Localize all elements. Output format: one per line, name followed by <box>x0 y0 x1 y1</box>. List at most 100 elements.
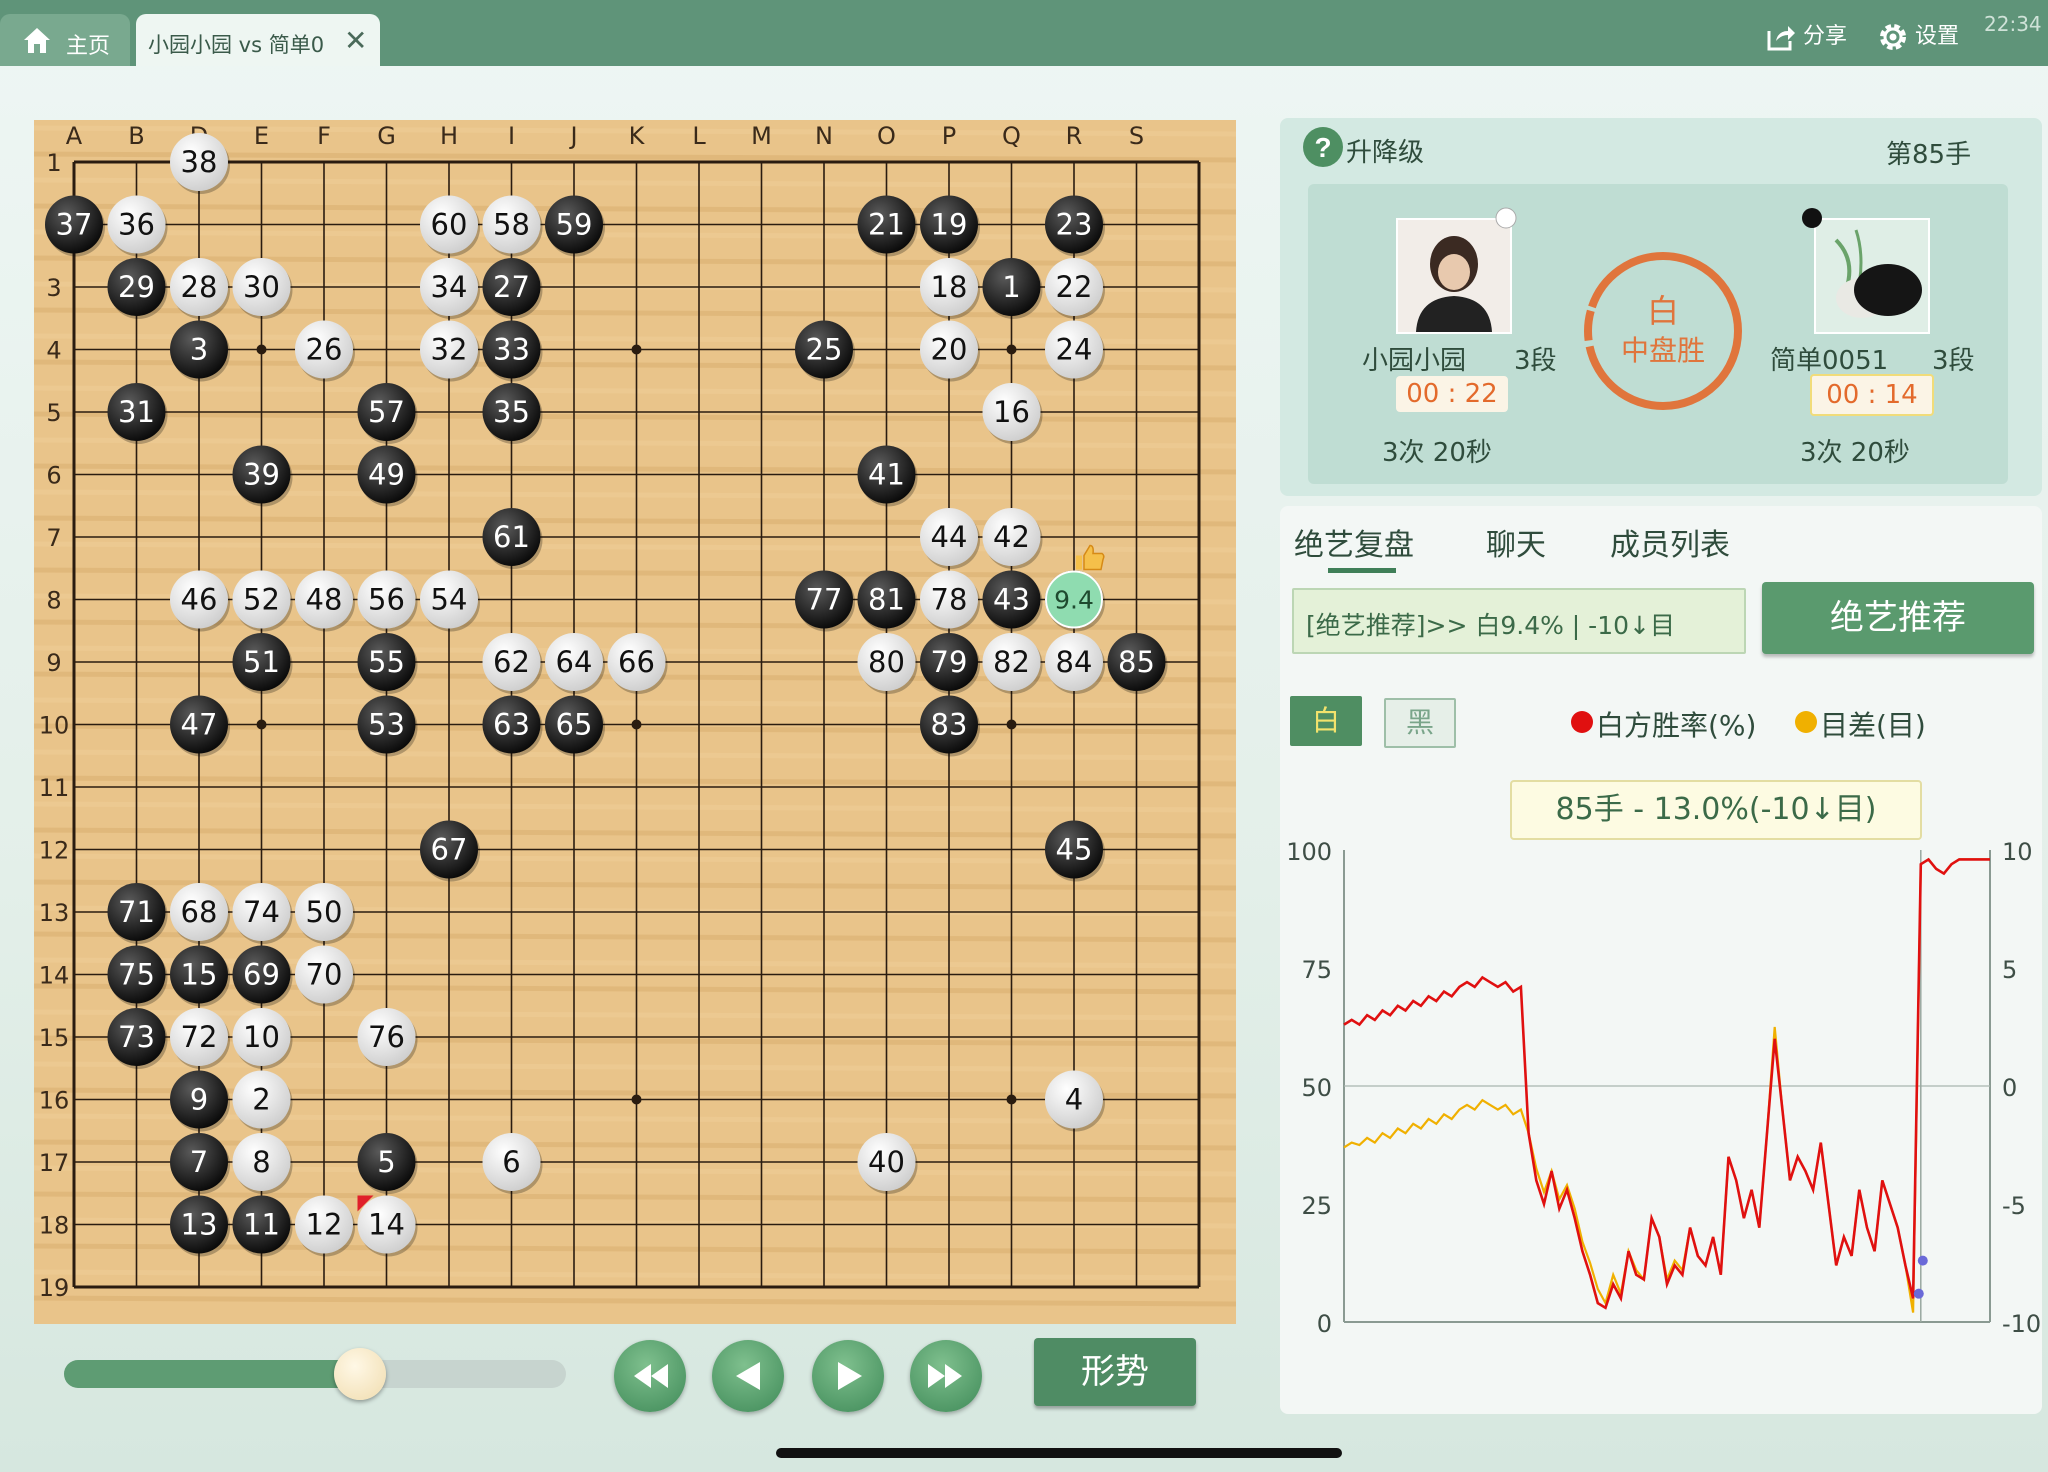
move-number-label: 61 <box>493 520 530 554</box>
current-margin-marker <box>1913 1288 1924 1299</box>
prev-move-button[interactable] <box>712 1340 784 1412</box>
chart-tooltip: 85手 - 13.0%(-10↓目) <box>1510 780 1922 840</box>
column-label: O <box>877 122 896 150</box>
move-number-label: 58 <box>493 208 530 242</box>
y-right-tick-label: 5 <box>2002 956 2017 984</box>
white-stone-indicator <box>1495 207 1517 229</box>
situation-button[interactable]: 形势 <box>1034 1338 1196 1406</box>
row-label: 18 <box>39 1212 70 1240</box>
move-number-label: 80 <box>868 645 905 679</box>
move-number-label: 70 <box>306 958 343 992</box>
move-number-label: 32 <box>431 333 468 367</box>
home-indicator <box>776 1448 1342 1458</box>
column-label: P <box>942 122 956 150</box>
move-number-label: 73 <box>118 1020 155 1054</box>
share-button[interactable]: 分享 <box>1766 18 1847 51</box>
move-number-label: 76 <box>368 1020 405 1054</box>
y-right-tick-label: -10 <box>2002 1310 2041 1338</box>
white-player-time: 00 : 22 <box>1396 376 1508 412</box>
white-player-rank: 3段 <box>1514 346 1557 376</box>
move-number-label: 48 <box>306 583 343 617</box>
row-label: 13 <box>39 899 70 927</box>
white-byoyomi: 3次 20秒 <box>1382 438 1492 468</box>
column-label: F <box>317 122 331 150</box>
move-number-label: 12 <box>306 1208 343 1242</box>
toggle-black[interactable]: 黑 <box>1384 698 1456 748</box>
move-number-label: 23 <box>1056 208 1093 242</box>
star-point <box>1006 1094 1017 1105</box>
recommend-box[interactable]: [绝艺推荐]>> 白9.4% | -10↓目 <box>1292 588 1746 654</box>
move-number-label: 72 <box>181 1020 218 1054</box>
share-label: 分享 <box>1803 24 1848 49</box>
avatar-black[interactable] <box>1814 218 1930 334</box>
move-number-label: 22 <box>1056 270 1093 304</box>
black-player-name: 简单0051 <box>1770 346 1889 376</box>
close-icon[interactable]: ✕ <box>344 24 367 57</box>
move-number-label: 39 <box>243 458 280 492</box>
move-number-label: 57 <box>368 395 405 429</box>
home-label: 主页 <box>66 34 111 59</box>
move-number-label: 43 <box>993 583 1030 617</box>
move-number-label: 49 <box>368 458 405 492</box>
move-number-label: 26 <box>306 333 343 367</box>
move-number-label: 18 <box>931 270 968 304</box>
board-canvas[interactable]: ABDEFGHIJKLMNOPQRS1234567891011121314151… <box>34 120 1236 1324</box>
move-number-label: 7 <box>190 1145 208 1179</box>
column-label: L <box>692 122 706 150</box>
avatar-white[interactable] <box>1396 218 1512 334</box>
tab-review[interactable]: 绝艺复盘 <box>1294 520 1414 564</box>
row-label: 19 <box>39 1274 70 1302</box>
move-number-label: 44 <box>931 520 968 554</box>
thumb-part <box>1076 555 1082 570</box>
tab-members[interactable]: 成员列表 <box>1610 520 1730 564</box>
black-stone-indicator <box>1802 208 1822 228</box>
column-label: M <box>751 122 772 150</box>
help-icon[interactable]: ? <box>1302 126 1344 168</box>
move-number-label: 47 <box>181 708 218 742</box>
y-left-tick-label: 25 <box>1301 1192 1332 1220</box>
move-slider[interactable] <box>64 1348 566 1400</box>
move-number-label: 8 <box>252 1145 270 1179</box>
game-tab-label: 小园小园 vs 简单0 <box>148 33 325 57</box>
move-number-label: 40 <box>868 1145 905 1179</box>
first-move-button[interactable] <box>614 1340 686 1412</box>
move-number-label: 53 <box>368 708 405 742</box>
tab-underline <box>1328 568 1396 573</box>
step-forward-icon <box>838 1362 862 1390</box>
move-number-label: 27 <box>493 270 530 304</box>
recommend-button[interactable]: 绝艺推荐 <box>1762 582 2034 654</box>
level-label: 升降级 <box>1346 138 1425 168</box>
tab-chat[interactable]: 聊天 <box>1486 520 1546 564</box>
row-label: 4 <box>46 337 61 365</box>
share-icon <box>1767 26 1795 51</box>
stone-avatar-icon <box>1834 229 1922 318</box>
move-number-label: 64 <box>556 645 593 679</box>
row-label: 6 <box>46 462 61 490</box>
move-number-label: 33 <box>493 333 530 367</box>
next-move-button[interactable] <box>812 1340 884 1412</box>
move-number-label: 25 <box>806 333 843 367</box>
go-board[interactable]: ABDEFGHIJKLMNOPQRS1234567891011121314151… <box>34 120 1236 1324</box>
column-label: R <box>1066 122 1083 150</box>
fast-backward-icon <box>634 1364 668 1388</box>
star-point <box>631 1094 642 1105</box>
move-number-label: 60 <box>431 208 468 242</box>
move-number-label: 9 <box>190 1083 208 1117</box>
y-left-tick-label: 50 <box>1301 1074 1332 1102</box>
row-label: 15 <box>39 1024 70 1052</box>
slider-thumb[interactable] <box>334 1348 387 1400</box>
recommended-winrate: 9.4 <box>1054 586 1094 615</box>
settings-button[interactable]: 设置 <box>1878 18 1959 52</box>
toggle-white[interactable]: 白 <box>1290 696 1362 746</box>
move-number-label: 63 <box>493 708 530 742</box>
tab-home[interactable]: 主页 <box>0 14 130 66</box>
move-number-label: 66 <box>618 645 655 679</box>
row-label: 3 <box>46 274 61 302</box>
move-number-label: 51 <box>243 645 280 679</box>
tab-game[interactable]: 小园小园 vs 简单0 ✕ <box>136 14 380 66</box>
last-move-button[interactable] <box>910 1340 982 1412</box>
column-label: S <box>1129 122 1144 150</box>
y-left-tick-label: 100 <box>1286 838 1332 866</box>
winrate-chart[interactable]: 10075502501050-5-10 <box>1280 836 2042 1376</box>
move-number-label: 54 <box>431 583 468 617</box>
